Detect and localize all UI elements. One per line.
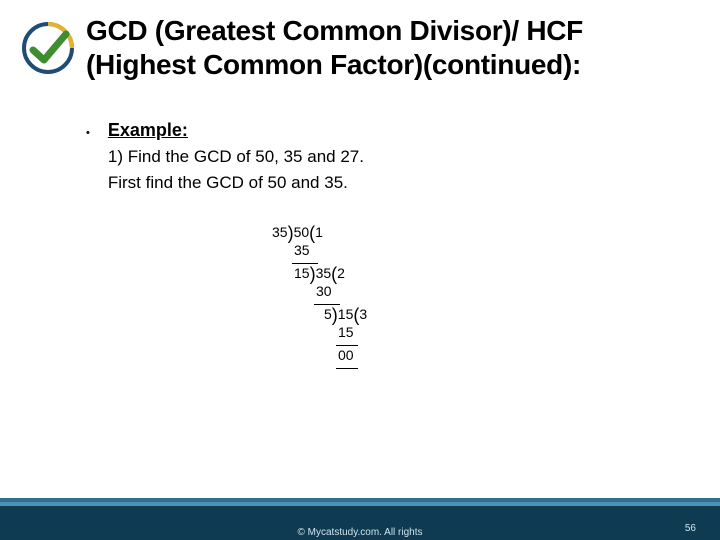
step1-divisor: 35 <box>272 224 288 240</box>
rule-line <box>336 368 358 369</box>
example-line-1: 1) Find the GCD of 50, 35 and 27. <box>108 147 680 167</box>
slide-footer: © Mycatstudy.com. All rights 56 <box>0 498 720 540</box>
step3-remainder: 00 <box>338 347 354 363</box>
rule-line <box>336 345 358 346</box>
step2-product: 30 <box>316 283 332 299</box>
step1-quotient: 1 <box>315 224 323 240</box>
bullet-content: Example: 1) Find the GCD of 50, 35 and 2… <box>108 120 680 193</box>
bullet-dot-icon: • <box>86 127 90 139</box>
presentation-slide: GCD (Greatest Common Divisor)/ HCF (High… <box>0 0 720 540</box>
step2-dividend: 35 <box>316 265 332 281</box>
step3-product: 15 <box>338 324 354 340</box>
copyright-text: © Mycatstudy.com. All rights <box>0 527 720 538</box>
step3-dividend: 15 <box>338 306 354 322</box>
example-heading: Example: <box>108 120 680 141</box>
long-division-calculation: 35)50(1 35 15)35(2 30 5)15(3 15 00 <box>272 225 367 371</box>
step3-quotient: 3 <box>359 306 367 322</box>
slide-title: GCD (Greatest Common Divisor)/ HCF (High… <box>86 14 692 82</box>
step2-quotient: 2 <box>337 265 345 281</box>
bullet-item: • Example: 1) Find the GCD of 50, 35 and… <box>86 120 680 193</box>
brand-logo <box>22 22 74 74</box>
slide-body: • Example: 1) Find the GCD of 50, 35 and… <box>86 120 680 193</box>
page-number: 56 <box>685 523 696 534</box>
step1-remainder: 15 <box>294 265 310 281</box>
step1-dividend: 50 <box>294 224 310 240</box>
step1-product: 35 <box>294 242 310 258</box>
step2-remainder: 5 <box>324 306 332 322</box>
example-line-2: First find the GCD of 50 and 35. <box>108 173 680 193</box>
